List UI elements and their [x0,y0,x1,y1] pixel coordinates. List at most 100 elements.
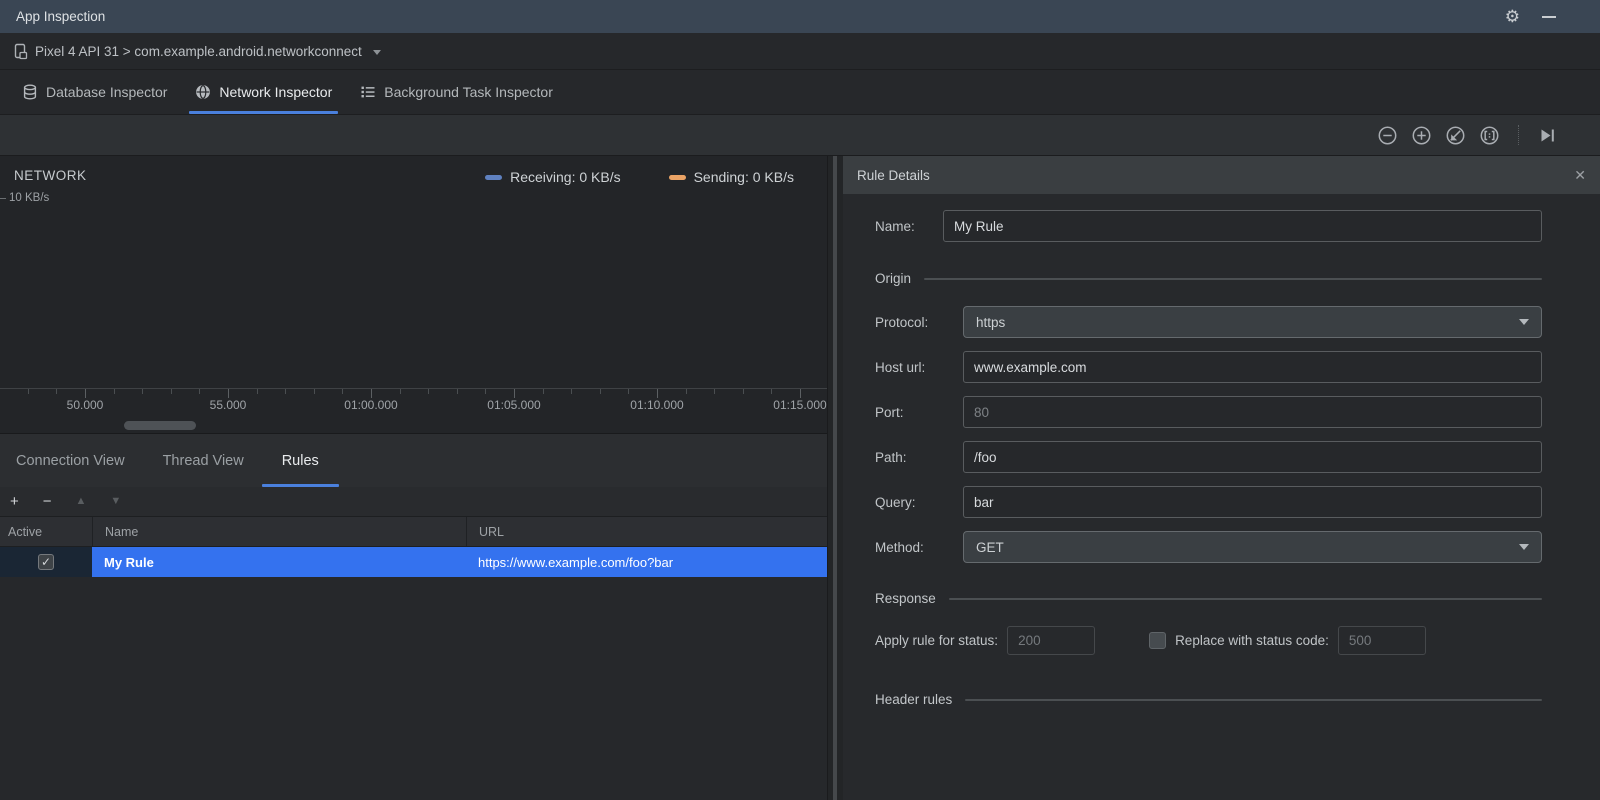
rules-toolbar: + − ▲ ▼ [0,487,827,517]
header-rules-section-header: Header rules [875,692,1542,707]
query-row: Query: [875,486,1542,518]
method-row: Method: GET [875,531,1542,563]
section-divider [948,597,1542,600]
legend-sending-label: Sending: 0 KB/s [693,169,794,185]
axis-minor-tick [142,389,143,394]
name-row: Name: [875,210,1542,242]
column-header-url[interactable]: URL [466,517,827,546]
axis-major-tick [228,389,229,398]
minimize-icon[interactable] [1542,15,1556,18]
panel-splitter[interactable] [828,156,843,800]
device-selector[interactable]: Pixel 4 API 31 > com.example.android.net… [0,33,1600,70]
splitter-handle[interactable] [833,156,837,800]
axis-major-tick [800,389,801,398]
tab-background-task-inspector[interactable]: Background Task Inspector [352,70,561,114]
rule-details-header: Rule Details ✕ [843,156,1600,194]
path-row: Path: [875,441,1542,473]
chart-title: NETWORK [14,168,87,183]
axis-minor-tick [56,389,57,394]
tab-connection-view[interactable]: Connection View [16,434,125,487]
move-up-button[interactable]: ▲ [76,496,87,507]
axis-minor-tick [686,389,687,394]
tab-label: Connection View [16,452,125,469]
receiving-swatch-icon [485,174,503,180]
chevron-down-icon [372,49,381,55]
toolbar-separator [1518,125,1519,145]
port-row: Port: [875,396,1542,428]
rule-details-form: Name: Origin Protocol: https Host url: [843,194,1600,727]
response-status-row: Apply rule for status: Replace with stat… [875,626,1542,655]
tab-rules[interactable]: Rules [261,434,339,487]
zoom-to-selection-icon[interactable] [1479,125,1500,146]
name-input[interactable] [943,210,1542,242]
reset-zoom-icon[interactable] [1445,125,1466,146]
legend-receiving-label: Receiving: 0 KB/s [510,169,621,185]
close-icon[interactable]: ✕ [1574,167,1586,184]
axis-minor-tick [571,389,572,394]
tab-label: Background Task Inspector [384,84,553,100]
axis-minor-tick [285,389,286,394]
inspector-tab-bar: Database Inspector Network Inspector Bac… [0,70,1600,115]
dropdown-arrow-icon [1519,319,1529,325]
query-label: Query: [875,494,916,510]
axis-tick-label: 01:10.000 [630,398,684,412]
axis-tick-label: 01:15.000 [773,398,827,412]
network-inspector-panel: NETWORK Receiving: 0 KB/s Sending: 0 KB/… [0,156,828,800]
move-down-button[interactable]: ▼ [110,496,121,507]
replace-status-input[interactable] [1337,626,1426,655]
y-axis-label: 10 KB/s [9,192,50,204]
axis-minor-tick [342,389,343,394]
rule-active-checkbox[interactable]: ✓ [38,554,54,570]
table-row[interactable]: ✓ My Rule https://www.example.com/foo?ba… [0,547,827,577]
tab-network-inspector[interactable]: Network Inspector [187,70,340,114]
apply-status-input[interactable] [1007,626,1096,655]
rule-url-cell[interactable]: https://www.example.com/foo?bar [466,547,827,577]
replace-status-checkbox[interactable] [1149,632,1167,649]
axis-tick-label: 50.000 [66,398,104,412]
settings-gear-icon[interactable]: ⚙ [1505,8,1520,25]
axis-minor-tick [114,389,115,394]
axis-minor-tick [428,389,429,394]
host-input[interactable] [963,351,1542,383]
sending-swatch-icon [668,174,686,180]
zoom-in-icon[interactable] [1411,125,1432,146]
protocol-value: https [976,314,1006,330]
protocol-row: Protocol: https [875,306,1542,338]
axis-minor-tick [543,389,544,394]
table-empty-area [0,577,827,800]
column-header-name[interactable]: Name [92,517,466,546]
rule-name-cell[interactable]: My Rule [92,547,466,577]
jump-to-live-icon[interactable] [1537,125,1558,146]
rule-active-cell: ✓ [0,547,92,577]
query-input[interactable] [963,486,1542,518]
content-area: NETWORK Receiving: 0 KB/s Sending: 0 KB/… [0,156,1600,800]
timeline-scrollbar-thumb[interactable] [124,421,196,430]
device-phone-icon [14,43,28,59]
app-inspection-window: App Inspection ⚙ Pixel 4 API 31 > com.ex… [0,0,1600,800]
axis-major-tick [514,389,515,398]
database-icon [23,84,37,100]
port-label: Port: [875,404,904,420]
column-header-active[interactable]: Active [0,517,92,546]
response-section-header: Response [875,591,1542,606]
tab-thread-view[interactable]: Thread View [163,434,244,487]
axis-major-tick [371,389,372,398]
network-chart[interactable]: NETWORK Receiving: 0 KB/s Sending: 0 KB/… [0,156,827,433]
path-label: Path: [875,449,907,465]
protocol-label: Protocol: [875,314,929,330]
add-rule-button[interactable]: + [10,494,19,509]
header-rules-section-title: Header rules [875,692,953,707]
host-label: Host url: [875,359,926,375]
tab-database-inspector[interactable]: Database Inspector [14,70,175,114]
path-input[interactable] [963,441,1542,473]
remove-rule-button[interactable]: − [43,494,52,509]
port-input[interactable] [963,396,1542,428]
method-label: Method: [875,539,924,555]
axis-minor-tick [628,389,629,394]
protocol-dropdown[interactable]: https [963,306,1542,338]
method-dropdown[interactable]: GET [963,531,1542,563]
legend-sending: Sending: 0 KB/s [668,169,794,185]
tab-label: Thread View [162,452,244,469]
zoom-out-icon[interactable] [1377,125,1398,146]
titlebar-actions: ⚙ [1505,8,1584,25]
